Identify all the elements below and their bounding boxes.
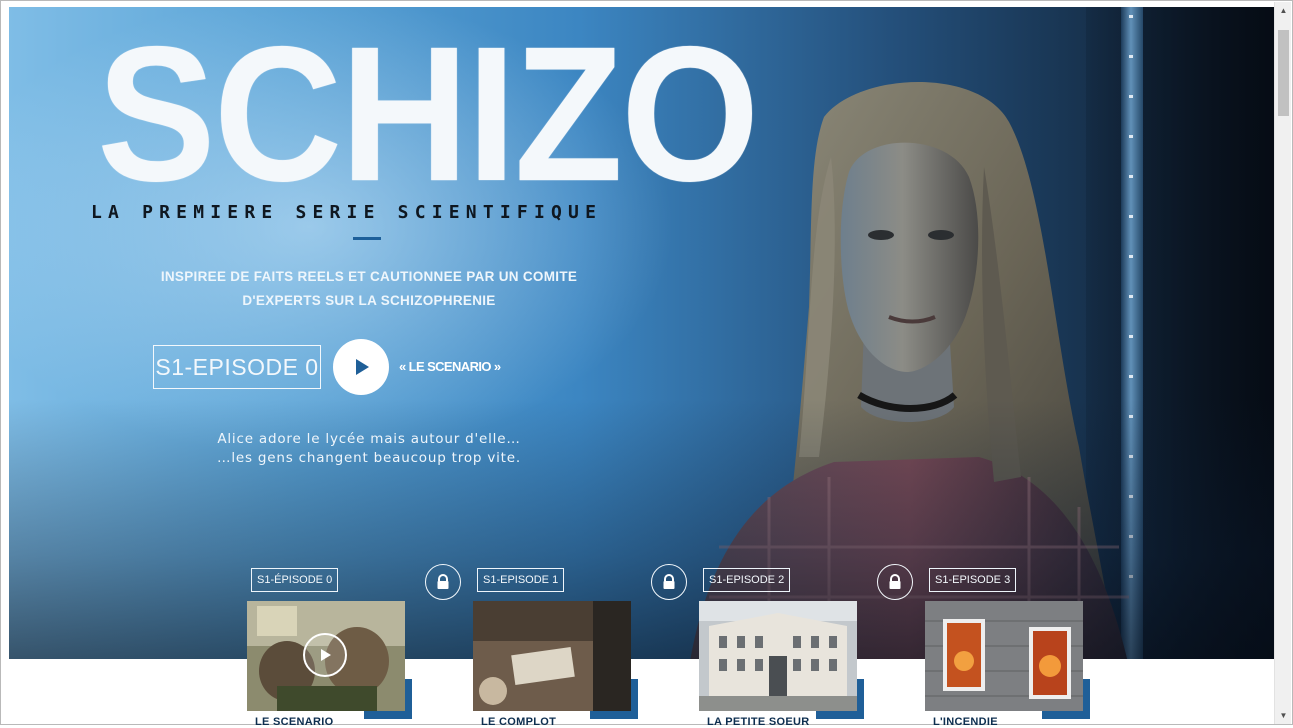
vertical-scrollbar[interactable]: ▲ ▼ bbox=[1274, 2, 1291, 724]
scroll-down-arrow-icon[interactable]: ▼ bbox=[1275, 707, 1292, 724]
lock-icon bbox=[651, 564, 687, 600]
episode-card-3[interactable]: S1-EPISODE 3 L'INCENDIE bbox=[877, 564, 1090, 728]
browser-viewport: SCHIZO LA PREMIERE SERIE SCIENTIFIQUE IN… bbox=[0, 0, 1293, 728]
lock-icon bbox=[425, 564, 461, 600]
episode-name[interactable]: LE COMPLOT bbox=[481, 716, 556, 728]
thumbnail-image-fire bbox=[925, 601, 1083, 711]
episode-label: S1-EPISODE 1 bbox=[477, 568, 565, 592]
scenario-link[interactable]: « LE SCENARIO » bbox=[399, 359, 501, 374]
thumbnail-image-classroom bbox=[247, 601, 405, 711]
subtitle-divider bbox=[353, 237, 381, 240]
play-episode-button[interactable] bbox=[333, 339, 389, 395]
thumbnail-image-desk bbox=[473, 601, 631, 711]
show-title-logo: SCHIZO bbox=[97, 7, 759, 222]
episode-name[interactable]: LA PETITE SOEUR bbox=[707, 716, 810, 728]
episode-card-0[interactable]: S1-ÉPISODE 0 LE SCENARIO bbox=[247, 568, 412, 728]
scroll-up-arrow-icon[interactable]: ▲ bbox=[1275, 2, 1292, 19]
episode-label: S1-ÉPISODE 0 bbox=[251, 568, 339, 592]
thumbnail-play-button[interactable] bbox=[303, 633, 347, 677]
episode-thumbnail[interactable] bbox=[247, 601, 412, 719]
show-tagline: INSPIREE DE FAITS REELS ET CAUTIONNEE PA… bbox=[149, 265, 589, 313]
current-episode-button[interactable]: S1-EPISODE 0 bbox=[153, 345, 321, 389]
episode-label: S1-EPISODE 3 bbox=[929, 568, 1017, 592]
episode-thumbnail[interactable] bbox=[699, 601, 864, 719]
episode-thumbnail[interactable] bbox=[925, 601, 1090, 719]
thumbnail-image-building bbox=[699, 601, 857, 711]
episode-card-2[interactable]: S1-EPISODE 2 LA PETITE SOEUR bbox=[651, 564, 864, 728]
tagline-line-1: INSPIREE DE FAITS REELS ET CAUTIONNEE PA… bbox=[160, 269, 578, 284]
episode-name[interactable]: L'INCENDIE bbox=[933, 716, 998, 728]
description-line-2: …les gens changent beaucoup trop vite. bbox=[217, 450, 521, 466]
tagline-line-2: D'EXPERTS SUR LA SCHIZOPHRENIE bbox=[242, 293, 496, 308]
episode-name[interactable]: LE SCENARIO bbox=[255, 716, 333, 728]
lock-icon bbox=[877, 564, 913, 600]
play-icon bbox=[321, 649, 331, 661]
episode-card-1[interactable]: S1-EPISODE 1 LE COMPLOT bbox=[425, 564, 638, 728]
episode-thumbnail[interactable] bbox=[473, 601, 638, 719]
description-line-1: Alice adore le lycée mais autour d'elle… bbox=[217, 431, 521, 447]
hero-banner: SCHIZO LA PREMIERE SERIE SCIENTIFIQUE IN… bbox=[9, 7, 1276, 659]
episode-label: S1-EPISODE 2 bbox=[703, 568, 791, 592]
play-icon bbox=[356, 359, 369, 375]
show-subtitle: LA PREMIERE SERIE SCIENTIFIQUE bbox=[91, 202, 603, 223]
scroll-thumb[interactable] bbox=[1278, 30, 1289, 116]
episode-description: Alice adore le lycée mais autour d'elle…… bbox=[149, 430, 589, 468]
